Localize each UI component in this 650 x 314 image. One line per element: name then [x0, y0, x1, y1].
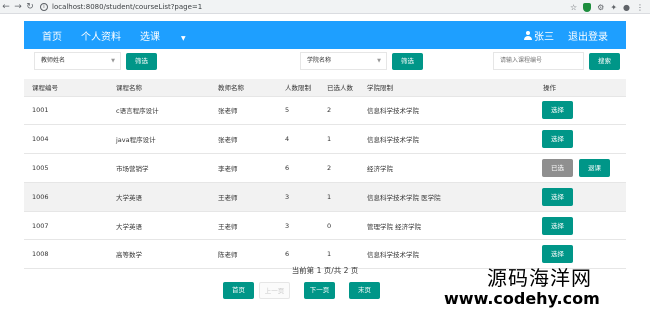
shield-icon[interactable] [583, 2, 592, 12]
prev-page-button[interactable]: 上一页 [259, 282, 290, 299]
nav-course-select[interactable]: 选课 ▼ [140, 28, 205, 43]
header-actions: 操作 [535, 79, 626, 97]
chevron-down-icon: ▼ [377, 58, 381, 64]
cell-college: 信息科学技术学院 医学院 [359, 182, 535, 212]
cell-selected: 2 [319, 96, 359, 126]
next-page-button[interactable]: 下一页 [304, 282, 335, 299]
cell-teacher: 李老师 [210, 153, 277, 183]
cell-course-id: 1004 [24, 124, 108, 155]
table-row: 1004 java程序设计 张老师 4 1 信息科学技术学院 选择 [24, 124, 626, 155]
cell-college: 信息科学技术学院 [359, 96, 535, 126]
cell-college: 管理学院 经济学院 [359, 211, 535, 241]
course-id-search-input[interactable] [493, 52, 584, 70]
cell-limit: 3 [277, 211, 319, 241]
cell-teacher: 张老师 [210, 96, 277, 126]
cell-course-id: 1005 [24, 153, 108, 183]
select-course-button[interactable]: 选择 [542, 187, 573, 206]
drop-course-button[interactable]: 退课 [579, 158, 610, 177]
extension-icon[interactable]: ⚙ [597, 3, 604, 12]
header-course-name: 课程名称 [108, 79, 210, 97]
cell-actions: 选择 [535, 211, 626, 241]
course-table: 课程编号 课程名称 教师名称 人数限制 已选人数 学院限制 操作 1001 c语… [24, 79, 626, 270]
cell-actions: 选择 [535, 182, 626, 212]
already-selected-button[interactable]: 已选 [542, 158, 573, 177]
puzzle-icon[interactable]: ✦ [610, 3, 617, 12]
cell-selected: 2 [319, 153, 359, 183]
watermark-title: 源码海洋网 [487, 266, 592, 290]
header-teacher: 教师名称 [210, 79, 277, 97]
cell-college: 信息科学技术学院 [359, 124, 535, 155]
logout-link[interactable]: 退出登录 [568, 28, 608, 43]
header-selected: 已选人数 [319, 79, 359, 97]
cell-course-id: 1001 [24, 96, 108, 126]
cell-course-name: java程序设计 [108, 124, 210, 155]
chevron-down-icon: ▼ [111, 58, 115, 64]
first-page-button[interactable]: 首页 [223, 282, 254, 299]
teacher-filter-button[interactable]: 筛选 [126, 53, 157, 70]
url-text: localhost:8080/student/courseList?page=1 [52, 2, 203, 11]
cell-course-name: 市场营销学 [108, 153, 210, 183]
college-select-value: 学院名称 [307, 57, 332, 64]
cell-course-name: c语言程序设计 [108, 96, 210, 126]
last-page-button[interactable]: 末页 [349, 282, 380, 299]
teacher-select-value: 教师姓名 [41, 57, 66, 64]
cell-actions: 已选 退课 [535, 153, 626, 183]
cell-teacher: 张老师 [210, 124, 277, 155]
college-filter-button[interactable]: 筛选 [392, 53, 423, 70]
browser-toolbar: ← → ↻ i localhost:8080/student/courseLis… [0, 0, 650, 14]
cell-selected: 1 [319, 182, 359, 212]
top-navbar: 首页 个人资料 选课 ▼ 张三 退出登录 [24, 21, 626, 49]
star-icon[interactable]: ☆ [570, 3, 577, 12]
table-row: 1007 大学英语 王老师 3 0 管理学院 经济学院 选择 [24, 211, 626, 241]
cell-course-name: 大学英语 [108, 182, 210, 212]
cell-selected: 0 [319, 211, 359, 241]
reload-icon[interactable]: ↻ [24, 0, 36, 14]
header-limit: 人数限制 [277, 79, 319, 97]
table-row: 1005 市场营销学 李老师 6 2 经济学院 已选 退课 [24, 153, 626, 183]
cell-limit: 6 [277, 153, 319, 183]
select-course-button[interactable]: 选择 [542, 101, 573, 120]
forward-icon[interactable]: → [12, 0, 24, 14]
back-icon[interactable]: ← [0, 0, 12, 14]
cell-actions: 选择 [535, 96, 626, 126]
cell-teacher: 王老师 [210, 182, 277, 212]
select-course-button[interactable]: 选择 [542, 245, 573, 264]
cell-teacher: 王老师 [210, 211, 277, 241]
nav-profile[interactable]: 个人资料 [81, 28, 121, 43]
nav-home[interactable]: 首页 [42, 28, 62, 43]
cell-course-id: 1006 [24, 182, 108, 212]
college-select[interactable]: 学院名称 ▼ [300, 52, 387, 70]
cell-limit: 4 [277, 124, 319, 155]
nav-course-select-label: 选课 [140, 31, 160, 43]
cell-actions: 选择 [535, 124, 626, 155]
table-row: 1001 c语言程序设计 张老师 5 2 信息科学技术学院 选择 [24, 96, 626, 126]
info-icon[interactable]: i [40, 2, 48, 11]
cell-course-id: 1007 [24, 211, 108, 241]
caret-down-icon: ▼ [181, 34, 186, 42]
address-bar[interactable]: i localhost:8080/student/courseList?page… [40, 1, 560, 13]
cell-college: 经济学院 [359, 153, 535, 183]
cell-limit: 3 [277, 182, 319, 212]
cell-selected: 1 [319, 124, 359, 155]
watermark-url: www.codehy.com [444, 289, 600, 308]
select-course-button[interactable]: 选择 [542, 130, 573, 149]
teacher-select[interactable]: 教师姓名 ▼ [34, 52, 121, 70]
profile-icon[interactable]: ● [623, 3, 630, 12]
select-course-button[interactable]: 选择 [542, 216, 573, 235]
header-course-id: 课程编号 [24, 79, 108, 97]
table-row: 1006 大学英语 王老师 3 1 信息科学技术学院 医学院 选择 [24, 182, 626, 212]
user-icon [524, 30, 532, 40]
user-name[interactable]: 张三 [534, 28, 554, 43]
menu-icon[interactable]: ⋮ [636, 3, 644, 12]
header-college: 学院限制 [359, 79, 535, 97]
search-button[interactable]: 搜索 [589, 53, 620, 70]
table-header-row: 课程编号 课程名称 教师名称 人数限制 已选人数 学院限制 操作 [24, 79, 626, 97]
cell-course-name: 大学英语 [108, 211, 210, 241]
cell-limit: 5 [277, 96, 319, 126]
